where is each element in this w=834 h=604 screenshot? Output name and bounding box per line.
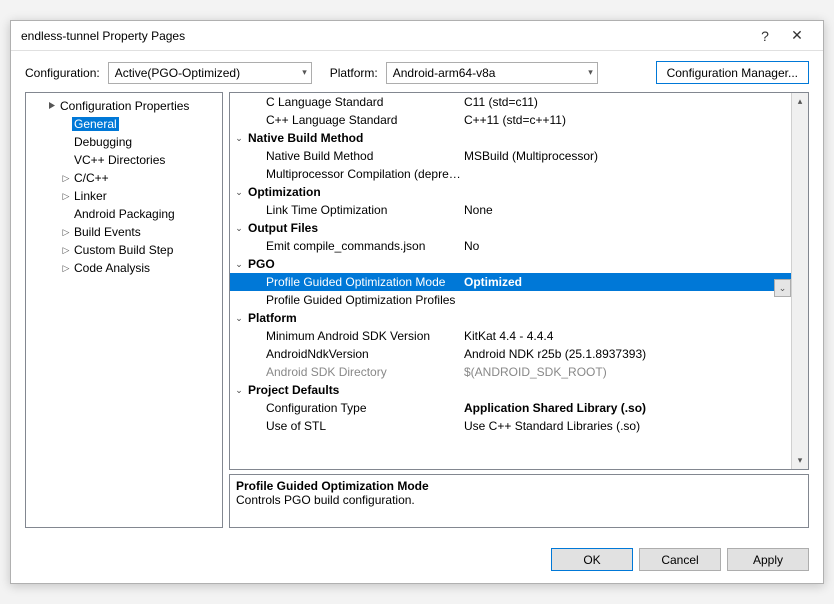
prop-key: AndroidNdkVersion bbox=[248, 347, 462, 361]
prop-val[interactable]: C++11 (std=c++11) bbox=[462, 113, 791, 127]
expand-icon[interactable]: ▷ bbox=[60, 173, 72, 184]
titlebar: endless-tunnel Property Pages ? ✕ bbox=[11, 21, 823, 51]
group-header[interactable]: PGO bbox=[248, 257, 462, 271]
vertical-scrollbar[interactable]: ▴ ▾ bbox=[791, 93, 808, 469]
prop-val[interactable]: Application Shared Library (.so) bbox=[462, 401, 791, 415]
prop-key: Multiprocessor Compilation (deprecated) bbox=[248, 167, 462, 181]
prop-key: Link Time Optimization bbox=[248, 203, 462, 217]
dropdown-button[interactable]: ⌄ bbox=[774, 279, 791, 297]
apply-button[interactable]: Apply bbox=[727, 548, 809, 571]
tree-item-android-packaging[interactable]: Android Packaging bbox=[26, 205, 222, 223]
configuration-combo[interactable]: Active(PGO-Optimized) ▾ bbox=[108, 62, 312, 84]
tree-item-vcpp-directories[interactable]: VC++ Directories bbox=[26, 151, 222, 169]
expand-icon[interactable]: ▷ bbox=[60, 263, 72, 274]
prop-key: Minimum Android SDK Version bbox=[248, 329, 462, 343]
collapse-icon[interactable]: ⌄ bbox=[230, 223, 248, 234]
help-icon[interactable]: ? bbox=[749, 28, 781, 44]
platform-combo[interactable]: Android-arm64-v8a ▾ bbox=[386, 62, 598, 84]
window-title: endless-tunnel Property Pages bbox=[21, 29, 749, 43]
expand-icon[interactable]: ▷ bbox=[60, 191, 72, 202]
prop-val[interactable]: Android NDK r25b (25.1.8937393) bbox=[462, 347, 791, 361]
scroll-up-icon[interactable]: ▴ bbox=[792, 93, 808, 110]
configuration-value: Active(PGO-Optimized) bbox=[115, 66, 240, 80]
expand-icon[interactable]: ▷ bbox=[60, 245, 72, 256]
tree-item-custom-build-step[interactable]: ▷Custom Build Step bbox=[26, 241, 222, 259]
collapse-icon[interactable]: ⌄ bbox=[230, 259, 248, 270]
prop-val[interactable]: $(ANDROID_SDK_ROOT) bbox=[462, 365, 791, 379]
collapse-icon[interactable]: ⌄ bbox=[230, 385, 248, 396]
group-header[interactable]: Platform bbox=[248, 311, 462, 325]
selected-property: Profile Guided Optimization ModeOptimize… bbox=[230, 273, 791, 291]
platform-value: Android-arm64-v8a bbox=[393, 66, 496, 80]
tree-item-code-analysis[interactable]: ▷Code Analysis bbox=[26, 259, 222, 277]
tree-item-ccpp[interactable]: ▷C/C++ bbox=[26, 169, 222, 187]
ok-button[interactable]: OK bbox=[551, 548, 633, 571]
tree-item-general[interactable]: General bbox=[26, 115, 222, 133]
property-pages-dialog: endless-tunnel Property Pages ? ✕ Config… bbox=[10, 20, 824, 584]
configuration-label: Configuration: bbox=[25, 66, 100, 80]
platform-label: Platform: bbox=[330, 66, 378, 80]
description-body: Controls PGO build configuration. bbox=[236, 493, 802, 507]
description-title: Profile Guided Optimization Mode bbox=[236, 479, 802, 493]
prop-key: Use of STL bbox=[248, 419, 462, 433]
prop-val[interactable]: C11 (std=c11) bbox=[462, 95, 791, 109]
prop-val[interactable]: Use C++ Standard Libraries (.so) bbox=[462, 419, 791, 433]
prop-val[interactable]: Optimized bbox=[462, 275, 791, 289]
prop-key: Native Build Method bbox=[248, 149, 462, 163]
tree-root[interactable]: Configuration Properties bbox=[26, 97, 222, 115]
prop-key: Profile Guided Optimization Mode bbox=[248, 275, 462, 289]
configuration-manager-button[interactable]: Configuration Manager... bbox=[656, 61, 809, 84]
config-toolbar: Configuration: Active(PGO-Optimized) ▾ P… bbox=[11, 51, 823, 92]
group-header[interactable]: Output Files bbox=[248, 221, 462, 235]
prop-key: C Language Standard bbox=[248, 95, 462, 109]
tree-item-linker[interactable]: ▷Linker bbox=[26, 187, 222, 205]
description-panel: Profile Guided Optimization Mode Control… bbox=[229, 474, 809, 528]
collapse-icon[interactable]: ⌄ bbox=[230, 133, 248, 144]
group-header[interactable]: Optimization bbox=[248, 185, 462, 199]
prop-val[interactable]: MSBuild (Multiprocessor) bbox=[462, 149, 791, 163]
category-tree[interactable]: Configuration Properties General Debuggi… bbox=[25, 92, 223, 528]
collapse-icon[interactable] bbox=[46, 101, 58, 112]
scroll-down-icon[interactable]: ▾ bbox=[792, 452, 808, 469]
prop-key: Profile Guided Optimization Profiles bbox=[248, 293, 462, 307]
dialog-footer: OK Cancel Apply bbox=[11, 538, 823, 583]
tree-item-build-events[interactable]: ▷Build Events bbox=[26, 223, 222, 241]
cancel-button[interactable]: Cancel bbox=[639, 548, 721, 571]
prop-val[interactable]: KitKat 4.4 - 4.4.4 bbox=[462, 329, 791, 343]
prop-val[interactable]: No bbox=[462, 239, 791, 253]
prop-val[interactable]: None bbox=[462, 203, 791, 217]
tree-item-debugging[interactable]: Debugging bbox=[26, 133, 222, 151]
prop-key: Emit compile_commands.json bbox=[248, 239, 462, 253]
group-header[interactable]: Native Build Method bbox=[248, 131, 462, 145]
prop-key: Configuration Type bbox=[248, 401, 462, 415]
prop-key: C++ Language Standard bbox=[248, 113, 462, 127]
collapse-icon[interactable]: ⌄ bbox=[230, 313, 248, 324]
close-icon[interactable]: ✕ bbox=[781, 27, 813, 44]
group-header[interactable]: Project Defaults bbox=[248, 383, 462, 397]
expand-icon[interactable]: ▷ bbox=[60, 227, 72, 238]
prop-key: Android SDK Directory bbox=[248, 365, 462, 379]
property-grid[interactable]: C Language StandardC11 (std=c11) C++ Lan… bbox=[229, 92, 809, 470]
collapse-icon[interactable]: ⌄ bbox=[230, 187, 248, 198]
chevron-down-icon: ▾ bbox=[302, 67, 307, 78]
chevron-down-icon: ▾ bbox=[588, 67, 593, 78]
